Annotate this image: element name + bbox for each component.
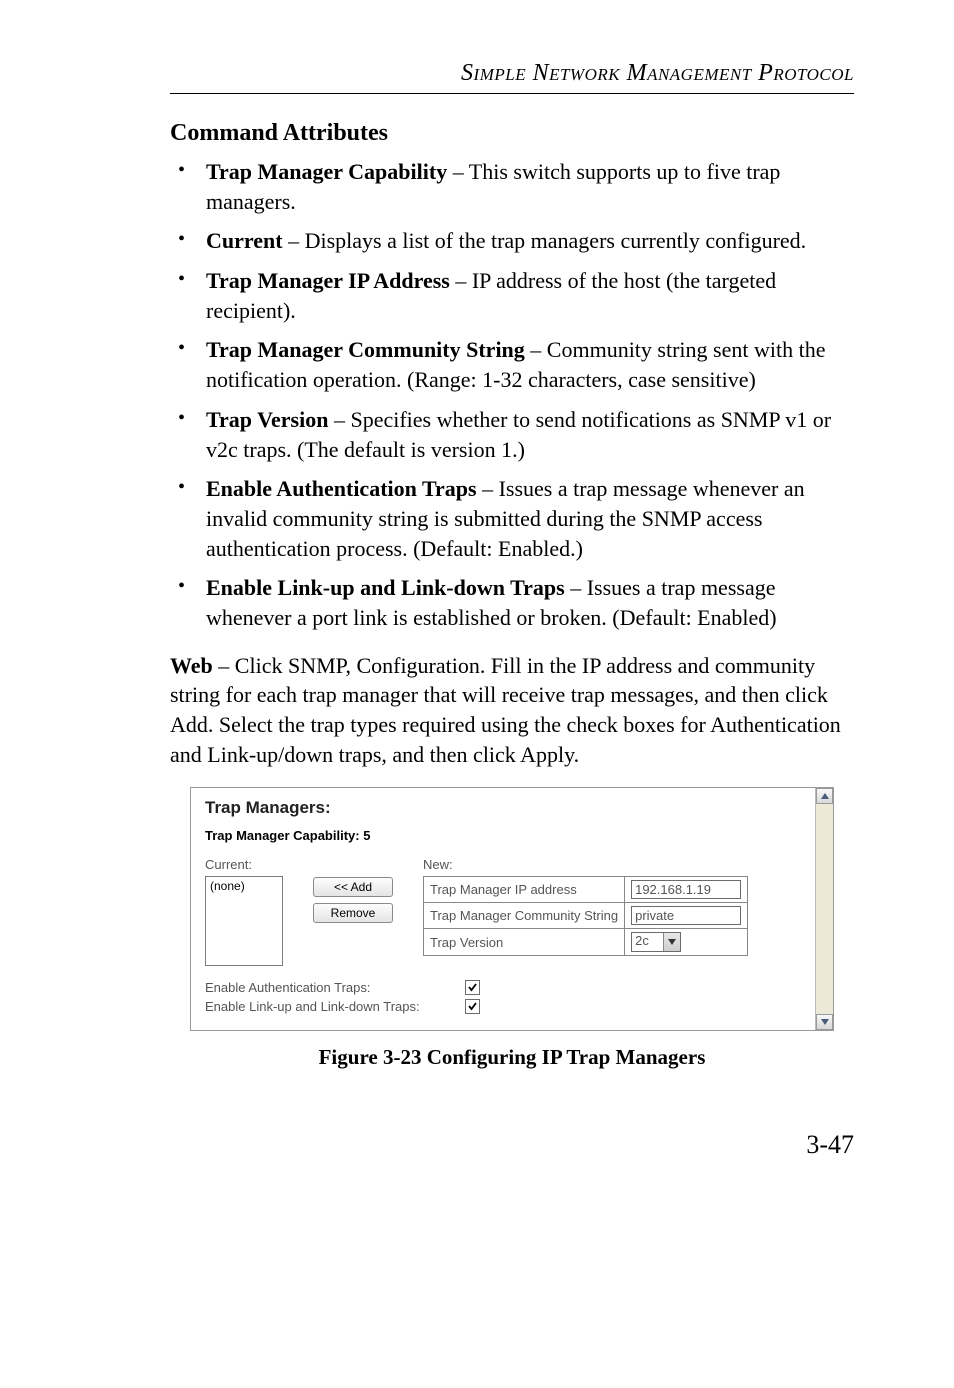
running-header: Simple Network Management Protocol [170,60,854,87]
term: Trap Manager Capability [206,159,447,184]
list-item: Trap Manager Community String – Communit… [170,335,854,394]
term: Enable Authentication Traps [206,476,477,501]
term: Current [206,228,283,253]
list-item: Current – Displays a list of the trap ma… [170,226,854,256]
auth-traps-label: Enable Authentication Traps: [205,980,465,995]
term: Enable Link-up and Link-down Traps [206,575,565,600]
web-rest: – Click SNMP, Configuration. Fill in the… [170,653,841,767]
table-row: Trap Manager Community String private [424,903,748,929]
community-label: Trap Manager Community String [424,903,625,929]
list-item: Trap Manager Capability – This switch su… [170,157,854,216]
attribute-list: Trap Manager Capability – This switch su… [170,157,854,633]
button-column: << Add Remove [313,877,393,923]
remove-button[interactable]: Remove [313,903,393,923]
term: Trap Manager IP Address [206,268,450,293]
version-cell: 2c [625,929,748,956]
auth-traps-checkbox[interactable] [465,980,480,995]
list-item: Trap Manager IP Address – IP address of … [170,266,854,325]
list-item: Enable Authentication Traps – Issues a t… [170,474,854,563]
auth-traps-row: Enable Authentication Traps: [205,980,819,995]
new-column: New: Trap Manager IP address 192.168.1.1… [423,857,748,956]
screenshot-inner: Trap Managers: Trap Manager Capability: … [191,788,833,1024]
current-column: Current: (none) [205,857,283,966]
header-rule [170,93,854,94]
new-form-table: Trap Manager IP address 192.168.1.19 Tra… [423,876,748,956]
scroll-down-button[interactable] [816,1014,833,1030]
desc: – Displays a list of the trap managers c… [283,228,807,253]
table-row: Trap Version 2c [424,929,748,956]
web-lead: Web [170,653,213,678]
link-traps-checkbox[interactable] [465,999,480,1014]
current-label: Current: [205,857,283,872]
new-label: New: [423,857,748,872]
scroll-up-button[interactable] [816,788,833,804]
version-value: 2c [632,933,663,951]
capability-label: Trap Manager Capability: 5 [205,828,819,843]
section-title: Command Attributes [170,120,854,147]
page: Simple Network Management Protocol Comma… [0,0,954,1200]
current-listbox[interactable]: (none) [205,876,283,966]
current-value: (none) [210,879,245,893]
term: Trap Manager Community String [206,337,525,362]
screenshot-panel: Trap Managers: Trap Manager Capability: … [190,787,834,1031]
version-label: Trap Version [424,929,625,956]
community-cell: private [625,903,748,929]
page-number: 3-47 [170,1130,854,1160]
checkbox-section: Enable Authentication Traps: Enable Link… [205,980,819,1014]
table-row: Trap Manager IP address 192.168.1.19 [424,877,748,903]
chevron-down-icon [663,933,680,951]
figure-caption: Figure 3-23 Configuring IP Trap Managers [170,1045,854,1070]
version-select[interactable]: 2c [631,932,681,952]
community-input[interactable]: private [631,906,741,925]
scrollbar[interactable] [815,788,833,1030]
panel-title: Trap Managers: [205,798,819,818]
web-paragraph: Web – Click SNMP, Configuration. Fill in… [170,651,854,770]
list-item: Enable Link-up and Link-down Traps – Iss… [170,573,854,632]
add-button[interactable]: << Add [313,877,393,897]
ip-label: Trap Manager IP address [424,877,625,903]
term: Trap Version [206,407,328,432]
ip-cell: 192.168.1.19 [625,877,748,903]
ip-input[interactable]: 192.168.1.19 [631,880,741,899]
list-item: Trap Version – Specifies whether to send… [170,405,854,464]
link-traps-row: Enable Link-up and Link-down Traps: [205,999,819,1014]
link-traps-label: Enable Link-up and Link-down Traps: [205,999,465,1014]
columns: Current: (none) << Add Remove New: Trap … [205,857,819,966]
